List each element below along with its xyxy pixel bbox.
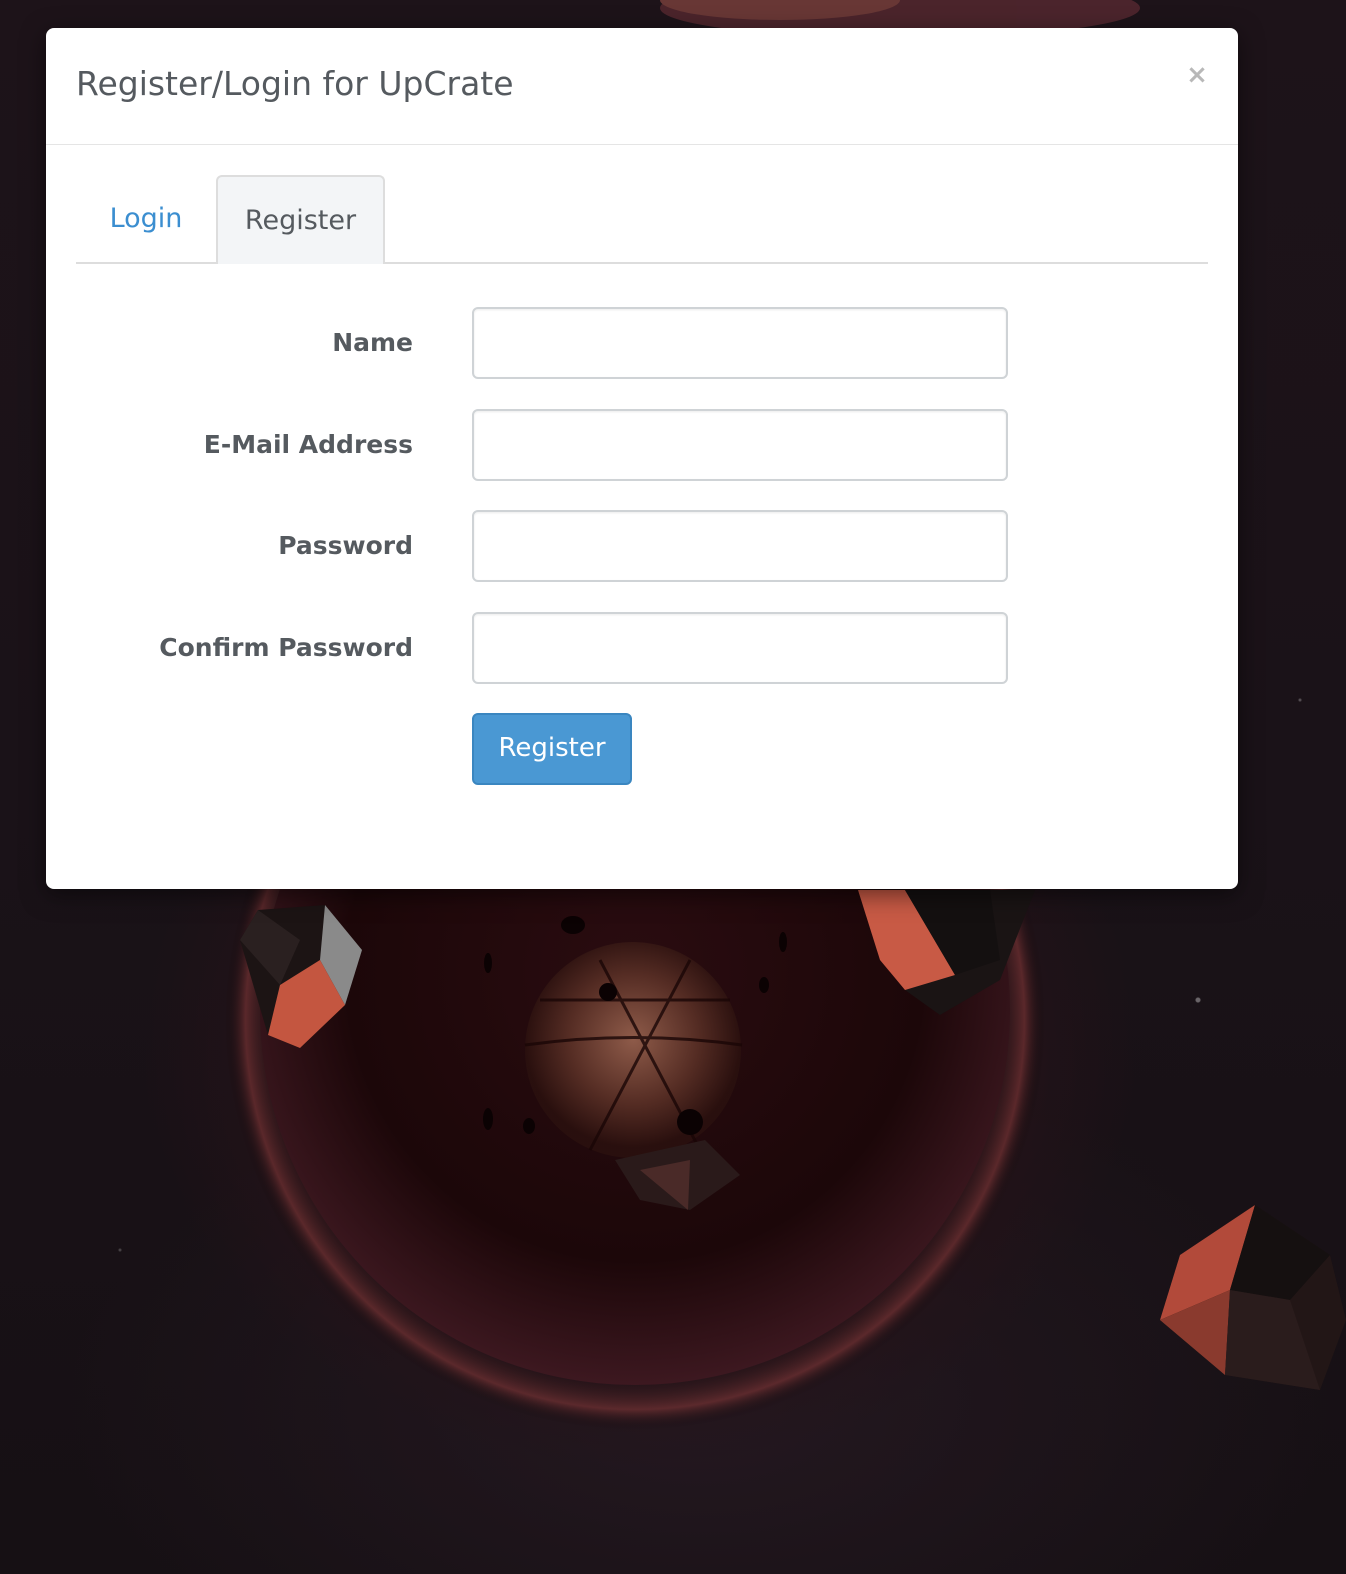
password-input[interactable] <box>472 510 1008 582</box>
crystal-right <box>1160 1205 1346 1390</box>
modal-title: Register/Login for UpCrate <box>76 64 514 103</box>
central-orb <box>525 942 741 1158</box>
close-icon[interactable]: × <box>1186 62 1208 88</box>
tab-register[interactable]: Register <box>216 175 385 264</box>
tab-login[interactable]: Login <box>76 175 216 262</box>
confirm-password-row: Confirm Password <box>46 612 1238 684</box>
register-login-modal: Register/Login for UpCrate × Login Regis… <box>46 28 1238 889</box>
auth-tabs: Login Register <box>76 175 1208 264</box>
confirm-password-input[interactable] <box>472 612 1008 684</box>
password-label: Password <box>278 531 413 560</box>
name-label: Name <box>332 328 413 357</box>
email-input[interactable] <box>472 409 1008 481</box>
name-input[interactable] <box>472 307 1008 379</box>
email-row: E-Mail Address <box>46 409 1238 481</box>
register-button[interactable]: Register <box>472 713 632 785</box>
email-label: E-Mail Address <box>203 430 413 459</box>
modal-header: Register/Login for UpCrate × <box>46 28 1238 145</box>
name-row: Name <box>46 307 1238 379</box>
password-row: Password <box>46 510 1238 582</box>
confirm-password-label: Confirm Password <box>159 633 413 662</box>
